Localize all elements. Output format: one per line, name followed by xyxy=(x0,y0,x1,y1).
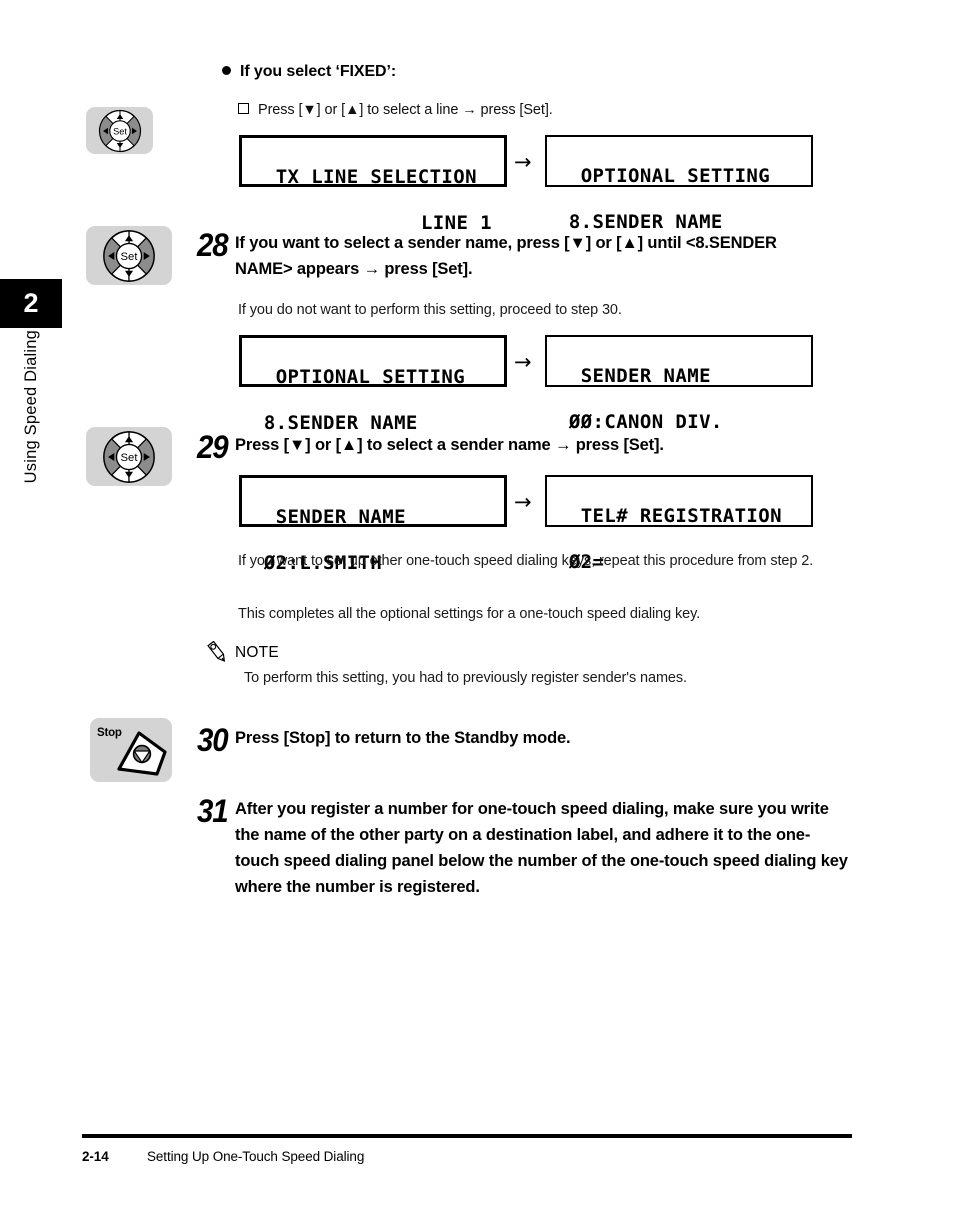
chapter-title-text: Using Speed Dialing xyxy=(21,330,40,484)
chapter-title-vertical: Using Speed Dialing xyxy=(0,330,62,540)
footer-section-title: Setting Up One-Touch Speed Dialing xyxy=(147,1149,365,1164)
footer-page-number: 2-14 xyxy=(82,1149,109,1164)
intro-sub-bullet: Press [▼] or [▲] to select a line → pres… xyxy=(238,102,553,118)
chapter-number: 2 xyxy=(23,288,39,318)
stop-key-chip: Stop xyxy=(90,718,172,782)
step-29-after-text-2: This completes all the optional settings… xyxy=(238,606,701,622)
nav-wheel-set-icon[interactable]: Set xyxy=(102,229,156,283)
footer-divider xyxy=(82,1134,852,1138)
lcd-line-1: OPTIONAL SETTING xyxy=(580,165,771,187)
stop-key-icon[interactable] xyxy=(112,730,172,782)
lcd-line-1: OPTIONAL SETTING xyxy=(275,366,466,388)
section-bullet-heading-text: If you select ‘FIXED’: xyxy=(240,63,397,80)
chapter-number-tab: 2 xyxy=(0,279,62,328)
step-number: 28 xyxy=(197,227,229,263)
nav-wheel-chip-1: Set xyxy=(86,107,153,154)
nav-wheel-set-icon[interactable]: Set xyxy=(98,109,142,153)
svg-text:Set: Set xyxy=(121,251,139,263)
step-number: 30 xyxy=(197,722,229,758)
nav-wheel-chip-2: Set xyxy=(86,226,172,285)
filled-bullet-icon xyxy=(222,66,231,75)
step-heading: If you want to select a sender name, pre… xyxy=(235,234,777,278)
lcd-display-step29-right: TEL# REGISTRATION Ø2= xyxy=(545,475,813,573)
intro-sub-bullet-text: Press [▼] or [▲] to select a line → pres… xyxy=(258,102,553,118)
lcd-display-step28-left: OPTIONAL SETTING 8.SENDER NAME xyxy=(239,335,507,434)
lcd-display-step29-left: SENDER NAME Ø2:L.SMITH xyxy=(239,475,507,574)
flow-arrow-icon: → xyxy=(514,350,532,374)
lcd-line-2: ØØ:CANON DIV. xyxy=(557,411,723,433)
pencil-icon xyxy=(207,641,226,662)
step-28: 28 If you want to select a sender name, … xyxy=(197,227,822,282)
lcd-display-intro-right: OPTIONAL SETTING 8.SENDER NAME xyxy=(545,135,813,233)
note-title: NOTE xyxy=(235,644,279,661)
step-31: 31 After you register a number for one-t… xyxy=(197,793,857,900)
step-heading: Press [Stop] to return to the Standby mo… xyxy=(235,729,571,747)
flow-arrow-icon: → xyxy=(514,490,532,514)
step-number: 31 xyxy=(197,793,229,829)
nav-wheel-set-icon[interactable]: Set xyxy=(102,430,156,484)
lcd-line-1: SENDER NAME xyxy=(275,506,406,528)
svg-text:Set: Set xyxy=(121,452,139,464)
lcd-line-1: SENDER NAME xyxy=(580,365,711,387)
lcd-line-1: TX LINE SELECTION xyxy=(275,166,477,188)
step-heading: Press [▼] or [▲] to select a sender name… xyxy=(235,436,664,454)
step-heading: After you register a number for one-touc… xyxy=(235,800,848,896)
svg-text:Set: Set xyxy=(113,126,127,136)
lcd-display-step28-right: SENDER NAME ØØ:CANON DIV. xyxy=(545,335,813,433)
note-body: To perform this setting, you had to prev… xyxy=(244,670,687,686)
step-30: 30 Press [Stop] to return to the Standby… xyxy=(197,722,822,758)
flow-arrow-icon: → xyxy=(514,150,532,174)
lcd-display-intro-left: TX LINE SELECTION LINE 1 xyxy=(239,135,507,234)
step-29: 29 Press [▼] or [▲] to select a sender n… xyxy=(197,429,822,465)
step-28-note: If you do not want to perform this setti… xyxy=(238,302,622,318)
section-bullet-heading: If you select ‘FIXED’: xyxy=(222,63,396,81)
step-number: 29 xyxy=(197,429,229,465)
step-29-after-text-1: If you want to set up other one-touch sp… xyxy=(238,553,814,569)
nav-wheel-chip-3: Set xyxy=(86,427,172,486)
square-bullet-icon xyxy=(238,103,249,114)
lcd-line-1: TEL# REGISTRATION xyxy=(580,505,782,527)
